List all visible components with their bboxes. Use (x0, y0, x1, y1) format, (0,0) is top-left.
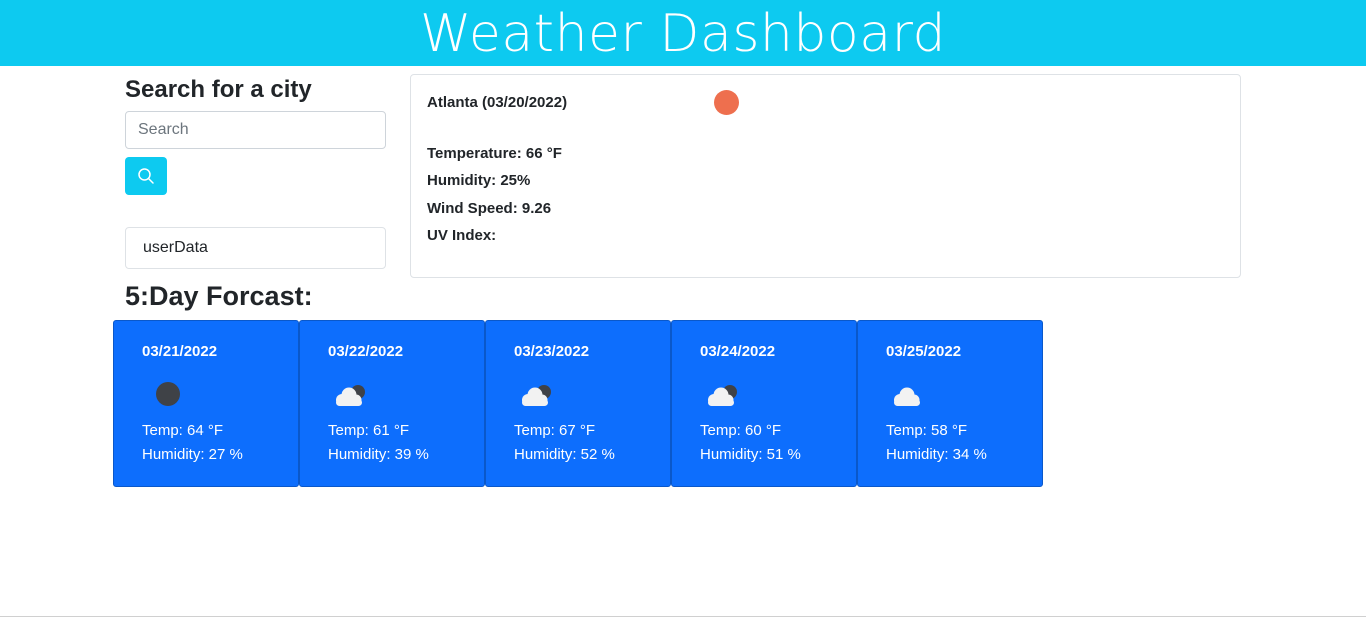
search-button[interactable] (125, 157, 167, 195)
forecast-card: 03/25/2022 Temp: 58 °F Humidity: 34 % (857, 320, 1043, 487)
cloud-moon-icon (522, 385, 551, 406)
header-banner: Weather Dashboard (0, 0, 1366, 66)
forecast-date: 03/23/2022 (514, 343, 590, 360)
forecast-humidity: Humidity: 51 % (700, 446, 801, 463)
moon-icon (156, 382, 180, 406)
search-heading: Search for a city (125, 76, 312, 103)
forecast-humidity: Humidity: 34 % (886, 446, 987, 463)
forecast-temp: Temp: 64 °F (142, 422, 224, 439)
forecast-card: 03/22/2022 Temp: 61 °F Humidity: 39 % (299, 320, 485, 487)
forecast-card: 03/23/2022 Temp: 67 °F Humidity: 52 % (485, 320, 671, 487)
forecast-humidity: Humidity: 39 % (328, 446, 429, 463)
forecast-date: 03/25/2022 (886, 343, 962, 360)
current-temperature: Temperature: 66 °F (427, 145, 562, 162)
forecast-humidity: Humidity: 52 % (514, 446, 615, 463)
search-input[interactable] (125, 111, 386, 149)
forecast-date: 03/22/2022 (328, 343, 404, 360)
current-wind-speed: Wind Speed: 9.26 (427, 200, 552, 217)
cloud-moon-icon (336, 385, 365, 406)
cloud-moon-icon (708, 385, 737, 406)
search-icon (138, 168, 154, 184)
cloud-icon (894, 387, 920, 406)
sun-icon (714, 90, 739, 115)
history-item[interactable]: userData (125, 227, 386, 269)
current-weather-card: Atlanta (03/20/2022) Temperature: 66 °F … (410, 74, 1241, 278)
forecast-card: 03/24/2022 Temp: 60 °F Humidity: 51 % (671, 320, 857, 487)
forecast-temp: Temp: 61 °F (328, 422, 410, 439)
current-uv-index: UV Index: (427, 227, 497, 244)
forecast-temp: Temp: 60 °F (700, 422, 782, 439)
current-city-date: Atlanta (03/20/2022) (427, 94, 568, 111)
forecast-temp: Temp: 58 °F (886, 422, 968, 439)
forecast-humidity: Humidity: 27 % (142, 446, 243, 463)
forecast-temp: Temp: 67 °F (514, 422, 596, 439)
forecast-date: 03/24/2022 (700, 343, 776, 360)
forecast-card: 03/21/2022 Temp: 64 °F Humidity: 27 % (113, 320, 299, 487)
forecast-heading: 5:Day Forcast: (125, 281, 313, 311)
current-humidity: Humidity: 25% (427, 172, 531, 189)
forecast-date: 03/21/2022 (142, 343, 218, 360)
page-title: Weather Dashboard (419, 4, 947, 64)
